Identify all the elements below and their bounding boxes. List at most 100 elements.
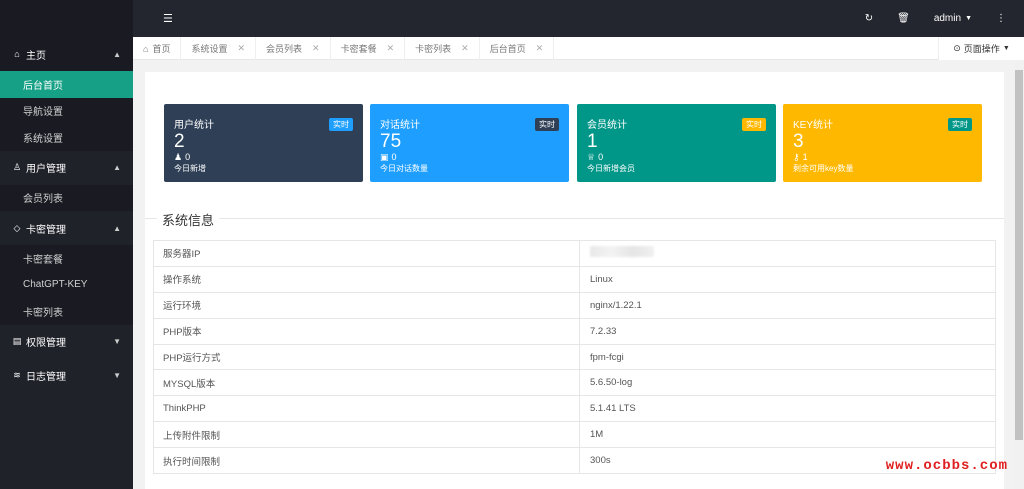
redacted-ip — [590, 246, 654, 258]
info-value: 5.6.50-log — [579, 369, 996, 397]
tab-card-list[interactable]: 卡密列表 ✕ — [405, 37, 480, 60]
tab-member-list[interactable]: 会员列表 ✕ — [256, 37, 331, 60]
card-note: 今日新增 — [174, 164, 206, 173]
card-note: 剩余可用key数量 — [793, 164, 854, 173]
section-divider — [145, 218, 1004, 219]
card-title: 会员统计 — [587, 120, 627, 131]
sidebar-item-nav-settings[interactable]: 导航设置 — [0, 98, 133, 125]
realtime-badge: 实时 — [948, 118, 972, 131]
table-row: ThinkPHP 5.1.41 LTS — [153, 395, 996, 423]
tab-label: 后台首页 — [489, 44, 526, 54]
caret-down-icon: ▼ — [113, 337, 121, 346]
info-value: 7.2.33 — [579, 317, 996, 345]
sidebar-item-chatgpt-key[interactable]: ChatGPT-KEY — [0, 272, 133, 299]
close-icon[interactable]: ✕ — [237, 43, 245, 54]
close-icon[interactable]: ✕ — [387, 43, 395, 54]
info-value: 5.1.41 LTS — [579, 395, 996, 423]
sidebar-group-permissions[interactable]: ▤ 权限管理 ▼ — [0, 325, 133, 359]
card-value: 3 — [793, 131, 804, 152]
sidebar-item-member-list[interactable]: 会员列表 — [0, 185, 133, 212]
table-row: 执行时间限制 300s — [153, 447, 996, 475]
card-sub-value: 0 — [598, 152, 604, 162]
stat-card-members: 实时 会员统计 1 ♕ 0 今日新增会员 — [577, 104, 776, 182]
card-title: KEY统计 — [793, 120, 834, 131]
sidebar-group-label: 用户管理 — [26, 164, 66, 175]
tag-icon: ◇ — [13, 222, 21, 233]
info-key: MYSQL版本 — [153, 369, 580, 397]
logo-area — [0, 0, 133, 37]
tab-label: 系统设置 — [191, 44, 228, 54]
table-row: MYSQL版本 5.6.50-log — [153, 369, 996, 397]
user-icon: ♟ — [174, 152, 183, 162]
caret-up-icon: ▲ — [113, 223, 121, 233]
tab-home[interactable]: ⌂ 首页 — [133, 37, 182, 60]
home-icon: ⌂ — [143, 43, 149, 54]
trash-icon[interactable]: 🗑 — [897, 13, 910, 24]
card-value: 75 — [380, 131, 402, 152]
page-operations-button[interactable]: ⊙ 页面操作 ▼ — [938, 37, 1024, 60]
tab-label: 卡密套餐 — [340, 44, 377, 54]
top-header: ☰ ↻ 🗑 admin ▼ ⋮ — [133, 0, 1024, 37]
sidebar-item-card-list[interactable]: 卡密列表 — [0, 298, 133, 325]
refresh-icon[interactable]: ↻ — [865, 13, 873, 24]
scrollbar-thumb[interactable] — [1015, 70, 1023, 440]
sidebar-item-card-packages[interactable]: 卡密套餐 — [0, 245, 133, 272]
info-value: fpm-fcgi — [579, 343, 996, 371]
tab-label: 首页 — [152, 44, 171, 54]
stat-card-chats: 实时 对话统计 75 ▣ 0 今日对话数量 — [370, 104, 569, 182]
table-row: 上传附件限制 1M — [153, 421, 996, 449]
caret-up-icon: ▲ — [113, 49, 121, 59]
chevron-down-icon: ▼ — [965, 15, 972, 22]
sidebar-group-label: 日志管理 — [26, 372, 66, 383]
stat-card-users: 实时 用户统计 2 ♟ 0 今日新增 — [164, 104, 363, 182]
info-value: 1M — [579, 421, 996, 449]
key-icon: ⚷ — [793, 152, 800, 162]
tab-dashboard[interactable]: 后台首页 ✕ — [480, 37, 555, 60]
info-key: 运行环境 — [153, 291, 580, 319]
info-value: nginx/1.22.1 — [579, 291, 996, 319]
info-key: 服务器IP — [153, 240, 580, 267]
user-menu[interactable]: admin ▼ — [934, 13, 972, 24]
sidebar-group-label: 卡密管理 — [26, 224, 66, 236]
sidebar-group-logs[interactable]: ≋ 日志管理 ▼ — [0, 359, 133, 393]
user-name: admin — [933, 13, 962, 24]
card-title: 对话统计 — [380, 120, 420, 131]
info-key: PHP版本 — [153, 317, 580, 345]
card-note: 今日对话数量 — [380, 164, 428, 173]
realtime-badge: 实时 — [329, 118, 353, 131]
table-row: 运行环境 nginx/1.22.1 — [153, 291, 996, 319]
card-title: 用户统计 — [174, 120, 214, 131]
info-key: 操作系统 — [153, 265, 580, 293]
page-ops-label: 页面操作 — [963, 44, 1000, 54]
tab-card-packages[interactable]: 卡密套餐 ✕ — [331, 37, 406, 60]
home-icon: ⌂ — [14, 49, 20, 59]
card-sub-value: 1 — [802, 152, 808, 162]
table-row: 服务器IP — [153, 240, 996, 267]
tab-system-settings[interactable]: 系统设置 ✕ — [181, 37, 257, 60]
info-value: Linux — [579, 265, 996, 293]
sidebar-group-home[interactable]: ⌂ 主页 ▲ — [0, 37, 133, 71]
close-icon[interactable]: ✕ — [461, 43, 469, 54]
info-key: 执行时间限制 — [153, 447, 580, 475]
sidebar-group-users[interactable]: ♙ 用户管理 ▲ — [0, 151, 133, 185]
card-sub-value: 0 — [391, 152, 397, 162]
layers-icon: ≋ — [13, 370, 21, 380]
close-icon[interactable]: ✕ — [312, 43, 320, 54]
card-note: 今日新增会员 — [587, 164, 635, 173]
shield-icon: ▤ — [12, 336, 22, 346]
sidebar-group-label: 权限管理 — [26, 338, 66, 349]
sidebar-item-system-settings[interactable]: 系统设置 — [0, 124, 133, 151]
sidebar: ⌂ 主页 ▲ 后台首页 导航设置 系统设置 ♙ 用户管理 ▲ 会员列表 ◇ 卡密管理 … — [0, 0, 133, 489]
trophy-icon: ♕ — [587, 152, 596, 162]
info-value-redacted — [579, 240, 996, 267]
section-title: 系统信息 — [157, 210, 220, 229]
sidebar-group-cards[interactable]: ◇ 卡密管理 ▲ — [0, 211, 133, 245]
tab-label: 会员列表 — [266, 44, 303, 54]
card-value: 2 — [174, 131, 185, 152]
menu-toggle-icon[interactable]: ☰ — [163, 0, 173, 37]
more-icon[interactable]: ⋮ — [996, 13, 1006, 24]
caret-down-icon: ▼ — [113, 371, 121, 380]
sidebar-item-dashboard[interactable]: 后台首页 — [0, 71, 133, 98]
target-icon: ⊙ — [953, 43, 961, 53]
close-icon[interactable]: ✕ — [536, 43, 544, 54]
